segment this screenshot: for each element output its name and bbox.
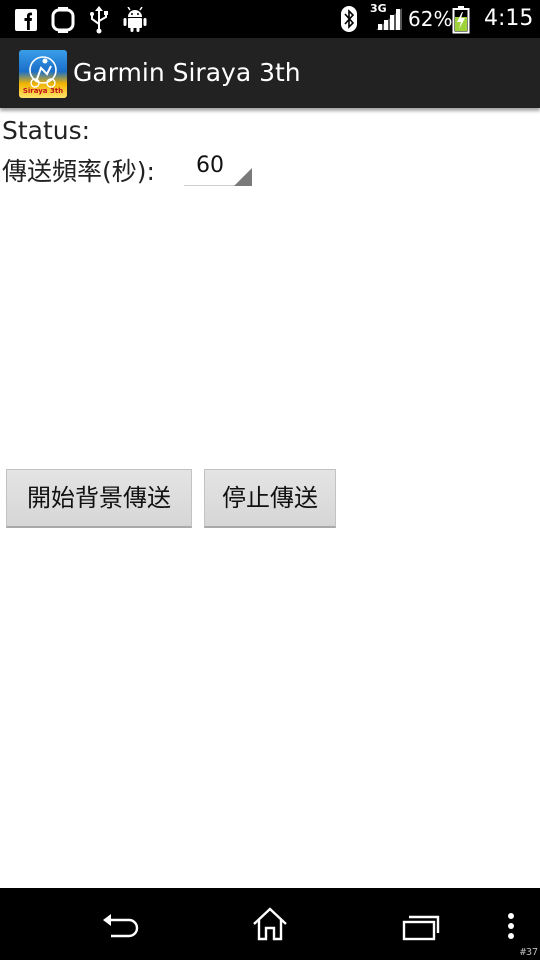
sync-icon xyxy=(50,7,76,37)
frequency-label: 傳送頻率(秒): xyxy=(2,157,155,186)
status-label: Status: xyxy=(2,116,91,145)
bluetooth-icon xyxy=(340,6,358,36)
app-icon-text: Siraya 3th xyxy=(22,87,64,95)
home-button[interactable] xyxy=(225,888,315,960)
app-title: Garmin Siraya 3th xyxy=(73,58,301,87)
android-debug-icon xyxy=(123,6,147,37)
navigation-bar xyxy=(0,888,540,960)
overflow-menu-icon xyxy=(508,913,514,939)
back-icon xyxy=(103,914,139,938)
frequency-spinner-value: 60 xyxy=(196,153,224,178)
dropdown-arrow-icon xyxy=(234,168,252,186)
action-bar: Siraya 3th Garmin Siraya 3th xyxy=(0,38,540,108)
back-button[interactable] xyxy=(75,888,165,960)
battery-percent: 62% xyxy=(408,7,453,31)
screenshot-tag: #37 xyxy=(519,947,538,958)
recent-apps-button[interactable] xyxy=(375,888,465,960)
frequency-spinner[interactable]: 60 xyxy=(184,148,254,188)
status-bar: 3G 62% 4:15 xyxy=(0,0,540,38)
stop-send-button[interactable]: 停止傳送 xyxy=(204,469,336,528)
garmin-siraya-app-icon: Siraya 3th xyxy=(19,50,67,98)
recent-apps-icon xyxy=(402,915,440,941)
home-icon xyxy=(253,907,287,941)
app-screen: 3G 62% 4:15 Siraya 3th Garmin Siraya 3th… xyxy=(0,0,540,960)
start-background-send-button[interactable]: 開始背景傳送 xyxy=(6,469,192,528)
signal-3g-icon xyxy=(376,8,402,34)
usb-icon xyxy=(88,6,110,38)
facebook-icon xyxy=(14,8,38,36)
clock-time: 4:15 xyxy=(484,6,534,31)
battery-charging-icon xyxy=(452,6,470,38)
